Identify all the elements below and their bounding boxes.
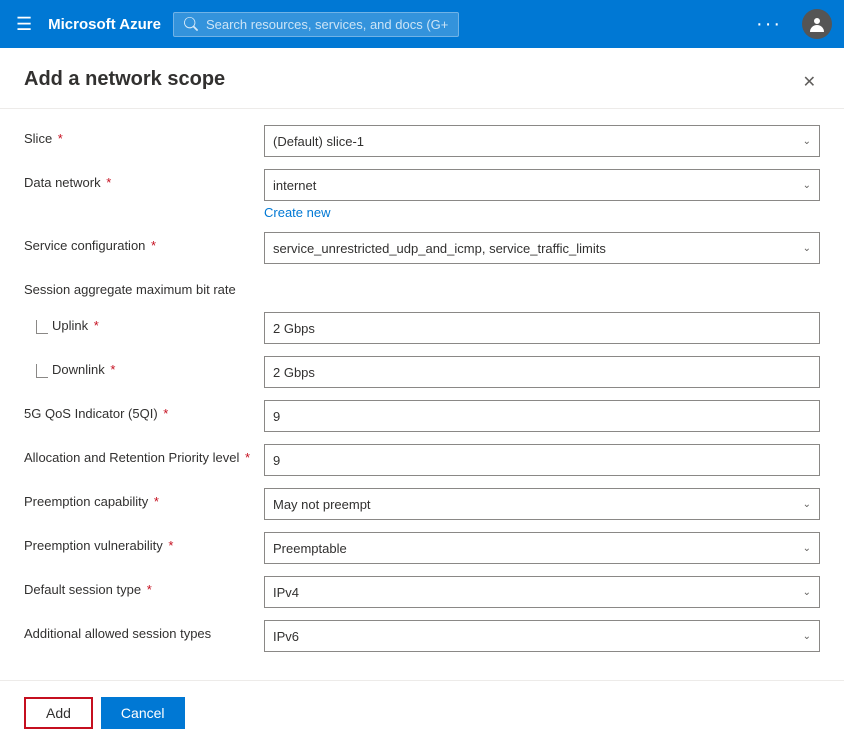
add-button[interactable]: Add — [24, 697, 93, 729]
user-icon — [809, 16, 825, 32]
hamburger-icon[interactable]: ☰ — [12, 10, 36, 39]
additional-session-label: Additional allowed session types — [24, 620, 264, 641]
chevron-down-icon: ⌄ — [803, 136, 811, 147]
qos-control — [264, 400, 820, 432]
cancel-button[interactable]: Cancel — [101, 697, 185, 729]
preemption-vul-value: Preemptable — [273, 541, 347, 556]
main-content: Add a network scope ✕ Slice * (Default) … — [0, 48, 844, 745]
session-aggregate-row: Session aggregate maximum bit rate — [24, 276, 820, 308]
required-indicator: * — [241, 450, 250, 465]
preemption-cap-dropdown[interactable]: May not preempt ⌄ — [264, 488, 820, 520]
additional-session-row: Additional allowed session types IPv6 ⌄ — [24, 620, 820, 652]
search-box[interactable] — [173, 12, 460, 37]
chevron-down-icon: ⌄ — [803, 243, 811, 254]
slice-control: (Default) slice-1 ⌄ — [264, 125, 820, 157]
downlink-input[interactable] — [264, 356, 820, 388]
default-session-control: IPv4 ⌄ — [264, 576, 820, 608]
navbar: ☰ Microsoft Azure ··· — [0, 0, 844, 48]
preemption-cap-row: Preemption capability * May not preempt … — [24, 488, 820, 520]
preemption-vul-label: Preemption vulnerability * — [24, 532, 264, 553]
required-indicator: * — [160, 406, 169, 421]
preemption-cap-label: Preemption capability * — [24, 488, 264, 509]
required-indicator: * — [147, 238, 156, 253]
required-indicator: * — [143, 582, 152, 597]
slice-row: Slice * (Default) slice-1 ⌄ — [24, 125, 820, 157]
qos-input[interactable] — [264, 400, 820, 432]
preemption-cap-value: May not preempt — [273, 497, 371, 512]
search-input[interactable] — [206, 17, 449, 32]
avatar[interactable] — [802, 9, 832, 39]
preemption-vul-dropdown[interactable]: Preemptable ⌄ — [264, 532, 820, 564]
required-indicator: * — [90, 318, 99, 333]
data-network-value: internet — [273, 178, 316, 193]
preemption-vul-row: Preemption vulnerability * Preemptable ⌄ — [24, 532, 820, 564]
allocation-row: Allocation and Retention Priority level … — [24, 444, 820, 476]
chevron-down-icon: ⌄ — [803, 587, 811, 598]
additional-session-dropdown[interactable]: IPv6 ⌄ — [264, 620, 820, 652]
additional-session-value: IPv6 — [273, 629, 299, 644]
allocation-control — [264, 444, 820, 476]
default-session-dropdown[interactable]: IPv4 ⌄ — [264, 576, 820, 608]
allocation-label: Allocation and Retention Priority level … — [24, 444, 264, 465]
qos-row: 5G QoS Indicator (5QI) * — [24, 400, 820, 432]
service-config-value: service_unrestricted_udp_and_icmp, servi… — [273, 241, 606, 256]
downlink-control — [264, 356, 820, 388]
downlink-row: Downlink * — [24, 356, 820, 388]
default-session-value: IPv4 — [273, 585, 299, 600]
required-indicator: * — [150, 494, 159, 509]
required-indicator: * — [103, 175, 112, 190]
data-network-row: Data network * internet ⌄ Create new — [24, 169, 820, 220]
uplink-control — [264, 312, 820, 344]
service-config-row: Service configuration * service_unrestri… — [24, 232, 820, 264]
slice-dropdown[interactable]: (Default) slice-1 ⌄ — [264, 125, 820, 157]
chevron-down-icon: ⌄ — [803, 543, 811, 554]
uplink-label: Uplink * — [52, 312, 99, 333]
downlink-label: Downlink * — [52, 356, 115, 377]
search-icon — [184, 17, 198, 31]
data-network-dropdown[interactable]: internet ⌄ — [264, 169, 820, 201]
service-config-label: Service configuration * — [24, 232, 264, 253]
required-indicator: * — [165, 538, 174, 553]
dialog-title: Add a network scope — [24, 68, 225, 91]
close-button[interactable]: ✕ — [799, 68, 820, 96]
service-config-control: service_unrestricted_udp_and_icmp, servi… — [264, 232, 820, 264]
uplink-input[interactable] — [264, 312, 820, 344]
more-options-icon[interactable]: ··· — [748, 9, 790, 40]
slice-value: (Default) slice-1 — [273, 134, 364, 149]
chevron-down-icon: ⌄ — [803, 180, 811, 191]
default-session-row: Default session type * IPv4 ⌄ — [24, 576, 820, 608]
allocation-input[interactable] — [264, 444, 820, 476]
required-indicator: * — [107, 362, 116, 377]
slice-label: Slice * — [24, 125, 264, 146]
dialog-footer: Add Cancel — [0, 680, 844, 745]
dialog: Add a network scope ✕ Slice * (Default) … — [0, 48, 844, 745]
required-indicator: * — [54, 131, 63, 146]
dialog-body: Slice * (Default) slice-1 ⌄ Data network… — [0, 109, 844, 680]
create-new-link[interactable]: Create new — [264, 205, 820, 220]
session-aggregate-label: Session aggregate maximum bit rate — [24, 276, 264, 297]
preemption-cap-control: May not preempt ⌄ — [264, 488, 820, 520]
data-network-label: Data network * — [24, 169, 264, 190]
qos-label: 5G QoS Indicator (5QI) * — [24, 400, 264, 421]
dialog-header: Add a network scope ✕ — [0, 48, 844, 109]
chevron-down-icon: ⌄ — [803, 499, 811, 510]
brand-name: Microsoft Azure — [48, 16, 161, 33]
service-config-dropdown[interactable]: service_unrestricted_udp_and_icmp, servi… — [264, 232, 820, 264]
data-network-control: internet ⌄ Create new — [264, 169, 820, 220]
chevron-down-icon: ⌄ — [803, 631, 811, 642]
uplink-row: Uplink * — [24, 312, 820, 344]
additional-session-control: IPv6 ⌄ — [264, 620, 820, 652]
preemption-vul-control: Preemptable ⌄ — [264, 532, 820, 564]
default-session-label: Default session type * — [24, 576, 264, 597]
